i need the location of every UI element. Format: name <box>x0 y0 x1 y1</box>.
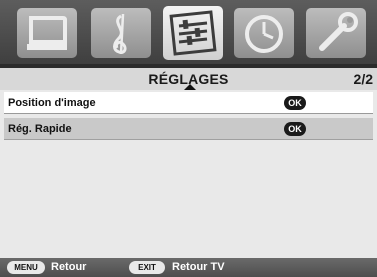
menu-item-label: Rég. Rapide <box>8 123 72 135</box>
menu-item-position-image[interactable]: Position d'image OK <box>4 92 373 114</box>
menu-category-bar <box>0 0 377 64</box>
menu-item-reg-rapide[interactable]: Rég. Rapide OK <box>4 118 373 140</box>
page-indicator: 2/2 <box>353 71 373 87</box>
tv-picture-icon <box>27 16 67 50</box>
tab-settings[interactable] <box>163 6 223 60</box>
ok-icon: OK <box>284 122 306 136</box>
footer-hints: MENU Retour EXIT Retour TV <box>0 258 377 277</box>
menu-key-icon: MENU <box>7 261 45 274</box>
music-note-icon <box>113 13 127 55</box>
tab-sound[interactable] <box>91 8 151 58</box>
menu-list: Position d'image OK Rég. Rapide OK <box>0 90 377 258</box>
wrench-icon <box>319 12 358 51</box>
settings-sliders-icon <box>169 10 217 56</box>
exit-key-hint: Retour TV <box>172 261 225 273</box>
clock-icon <box>245 15 283 53</box>
ok-icon: OK <box>284 96 306 110</box>
menu-key-hint: Retour <box>51 261 87 273</box>
exit-key-icon: EXIT <box>129 261 165 274</box>
tv-settings-screen: RÉGLAGES 2/2 Position d'image OK Rég. Ra… <box>0 0 377 277</box>
tab-picture[interactable] <box>17 8 77 58</box>
menu-item-label: Position d'image <box>8 97 96 109</box>
tab-setup[interactable] <box>306 8 366 58</box>
tab-time[interactable] <box>234 8 294 58</box>
